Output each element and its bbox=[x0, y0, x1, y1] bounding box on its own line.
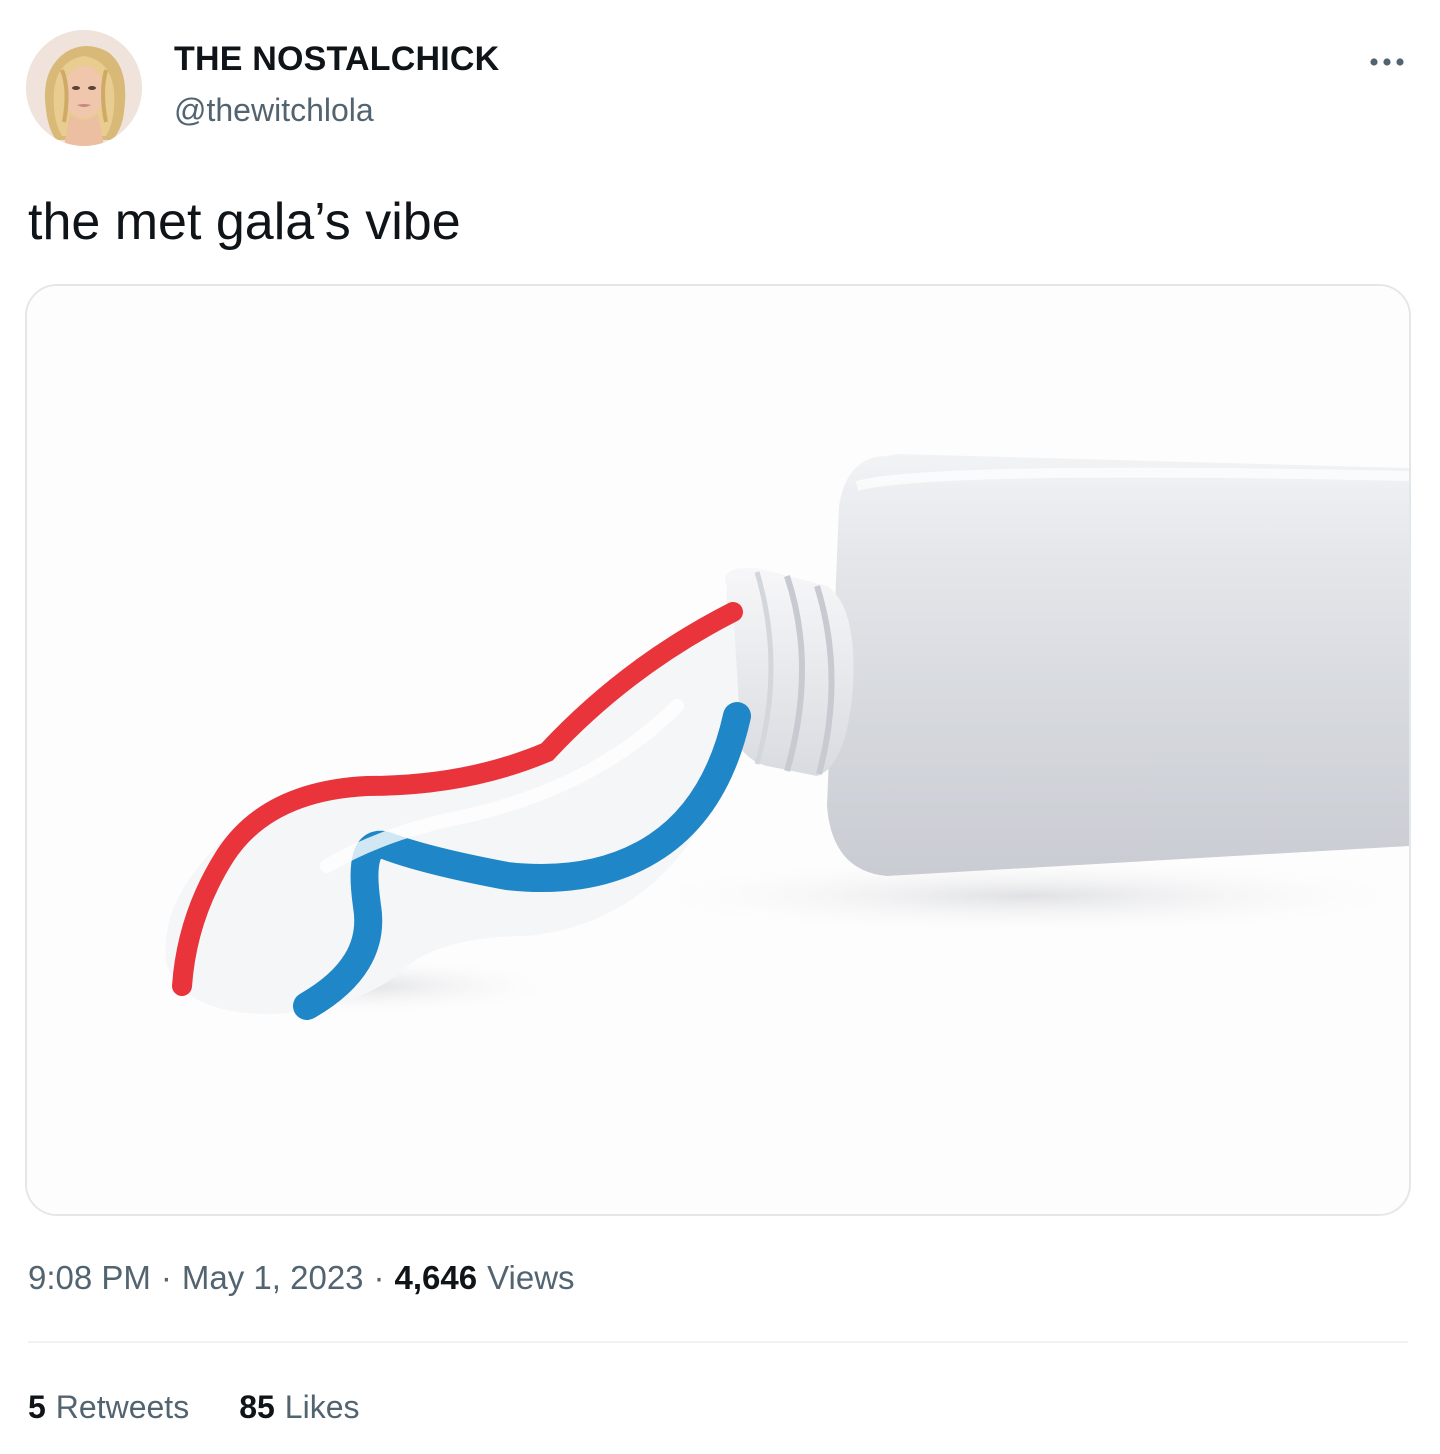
toothpaste-image bbox=[27, 286, 1409, 1214]
likes-count: 85 bbox=[239, 1389, 275, 1425]
engagement-stats: 5 Retweets 85 Likes bbox=[28, 1389, 359, 1426]
retweets-count: 5 bbox=[28, 1389, 46, 1425]
tweet-time[interactable]: 9:08 PM bbox=[28, 1259, 151, 1297]
retweets-stat[interactable]: 5 Retweets bbox=[28, 1389, 189, 1426]
meta-separator: · bbox=[373, 1259, 385, 1296]
retweets-label: Retweets bbox=[55, 1389, 190, 1425]
meta-separator: · bbox=[160, 1259, 172, 1296]
avatar-image bbox=[26, 30, 142, 146]
tweet-meta: 9:08 PM · May 1, 2023 · 4,646 Views bbox=[28, 1259, 575, 1297]
likes-stat[interactable]: 85 Likes bbox=[239, 1389, 359, 1426]
views-count: 4,646 bbox=[394, 1259, 478, 1296]
views-label: Views bbox=[487, 1259, 575, 1296]
user-handle[interactable]: @thewitchlola bbox=[174, 92, 374, 129]
display-name[interactable]: THE NOSTALCHICK bbox=[174, 40, 499, 79]
tweet-text: the met gala’s vibe bbox=[28, 193, 461, 251]
tweet-date[interactable]: May 1, 2023 bbox=[182, 1259, 364, 1297]
more-horizontal-icon bbox=[1370, 58, 1404, 66]
tweet-media[interactable] bbox=[25, 284, 1411, 1216]
more-options-button[interactable] bbox=[1362, 40, 1412, 84]
divider bbox=[28, 1341, 1408, 1343]
avatar[interactable] bbox=[26, 30, 142, 146]
likes-label: Likes bbox=[284, 1389, 360, 1425]
